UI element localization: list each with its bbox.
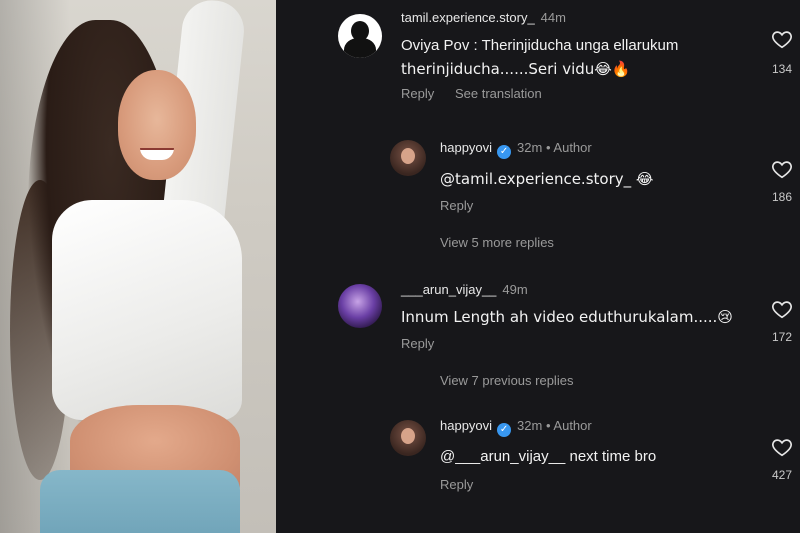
reply-button[interactable]: Reply [401,86,434,101]
comment-text-line1: Oviya Pov : Therinjiducha unga ellarukum [401,37,679,54]
username-text[interactable]: tamil.experience.story_ [401,10,535,25]
author-label: • Author [545,418,592,433]
like-count: 427 [771,468,793,482]
comment-text: @tamil.experience.story_ 😂 [440,170,654,188]
view-previous-replies-button[interactable]: View 7 previous replies [440,373,573,388]
verified-badge-icon: ✓ [497,423,512,437]
heart-outline-icon[interactable] [771,28,793,50]
reply-button[interactable]: Reply [401,336,434,351]
username-text[interactable]: happyovi [440,140,492,155]
comment-username[interactable]: happyovi ✓ 32m • Author [440,418,592,437]
avatar[interactable] [338,284,382,328]
comments-panel[interactable]: tamil.experience.story_ 44m Oviya Pov : T… [276,0,800,533]
avatar[interactable] [390,420,426,456]
heart-outline-icon[interactable] [771,298,793,320]
photo-jeans [40,470,240,533]
comment-username[interactable]: tamil.experience.story_ 44m [401,10,566,25]
comment-text: Innum Length ah video eduthurukalam.....… [401,308,733,326]
comment-time: 32m [517,418,543,433]
comment-time: 44m [540,10,566,25]
like-count: 134 [771,62,793,76]
comment-time: 32m [517,140,543,155]
username-text[interactable]: happyovi [440,418,492,433]
comment-time: 49m [502,282,528,297]
like-count: 172 [771,330,793,344]
reply-button[interactable]: Reply [440,477,473,492]
comment-username[interactable]: happyovi ✓ 32m • Author [440,140,592,159]
see-translation-button[interactable]: See translation [455,86,542,101]
avatar[interactable] [390,140,426,176]
photo-face [118,70,196,180]
username-text[interactable]: ___arun_vijay__ [401,282,496,297]
reply-button[interactable]: Reply [440,198,473,213]
verified-badge-icon: ✓ [497,145,512,159]
comment-username[interactable]: ___arun_vijay__ 49m [401,282,528,297]
post-photo [0,0,276,533]
photo-top [52,200,242,420]
author-label: • Author [545,140,592,155]
heart-outline-icon[interactable] [771,436,793,458]
avatar[interactable] [338,14,382,58]
like-count: 186 [771,190,793,204]
comment-text-line2: therinjiducha......Seri vidu😂🔥 [401,60,631,78]
comment-text: @___arun_vijay__ next time bro [440,448,657,465]
view-more-replies-button[interactable]: View 5 more replies [440,235,554,250]
heart-outline-icon[interactable] [771,158,793,180]
